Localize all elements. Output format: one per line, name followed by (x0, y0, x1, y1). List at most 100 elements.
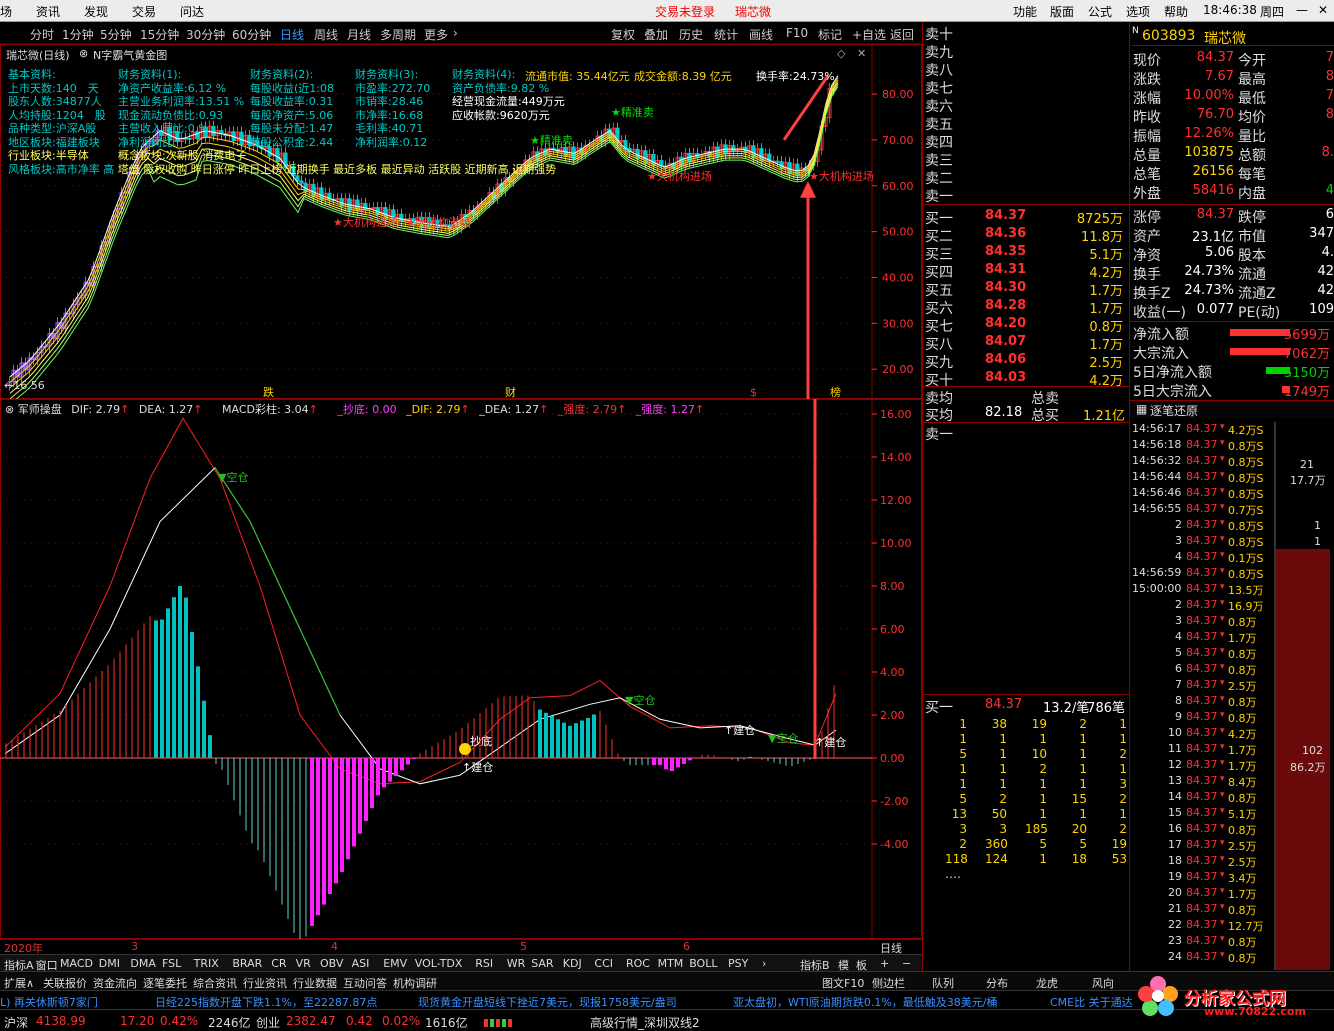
tick-time: 6 (1175, 662, 1182, 675)
indicator-tab[interactable]: BOLL (689, 957, 717, 970)
tool-button[interactable]: 返回 (890, 26, 914, 43)
period-tab[interactable]: 5分钟 (100, 26, 132, 43)
buy-price: 84.20 (985, 316, 1027, 331)
bottom-tab[interactable]: 图文F10 (822, 975, 864, 991)
period-tab[interactable]: 多周期 (380, 26, 416, 43)
bottom-tab[interactable]: 资金流向 (93, 975, 137, 991)
login-status[interactable]: 交易未登录 (655, 3, 715, 20)
quote-label: PE(动) (1238, 305, 1281, 321)
bottom-tab[interactable]: 综合资讯 (193, 975, 237, 991)
index-amount: 2246亿 (208, 1016, 251, 1030)
menu-item[interactable]: 场 (0, 3, 12, 20)
period-tab[interactable]: 周线 (314, 26, 338, 43)
quote-label: 最高 (1238, 72, 1266, 88)
indicator-tab[interactable]: VOL-TDX (415, 957, 463, 970)
feed-status[interactable]: 高级行情_深圳双线2 (590, 1014, 700, 1031)
indicator-tab[interactable]: SAR (531, 957, 553, 970)
tool-button[interactable]: 标记 (818, 26, 842, 43)
tick-volume: 0.8万 (1228, 616, 1257, 629)
period-tab-active[interactable]: 日线 (280, 26, 304, 43)
indicator-tab[interactable]: ASI (352, 957, 370, 970)
tool-button[interactable]: F10 (786, 26, 808, 40)
bottom-tab[interactable]: 分布 (986, 975, 1008, 991)
bottom-tab[interactable]: 扩展∧ (4, 975, 34, 991)
period-tab[interactable]: 30分钟 (186, 26, 225, 43)
macd-canvas[interactable]: 16.00 14.00 12.00 10.00 8.00 6.00 4.00 2.00 0.00… (0, 399, 922, 939)
tick-time: 23 (1168, 934, 1182, 947)
bottom-tab[interactable]: 行业资讯 (243, 975, 287, 991)
indicator-tab[interactable]: OBV (320, 957, 343, 970)
tool-button[interactable]: 叠加 (644, 26, 668, 43)
sell-level-label: 卖六 (925, 99, 953, 115)
bottom-tab[interactable]: 逐笔委托 (143, 975, 187, 991)
indicator-tab[interactable]: CCI (594, 957, 613, 970)
tool-button[interactable]: +自选 (852, 26, 886, 43)
buy-volume: 1.7万 (1089, 338, 1123, 353)
period-tab[interactable]: 月线 (347, 26, 371, 43)
indicator-tab[interactable]: TRIX (194, 957, 219, 970)
minus-icon[interactable]: − (902, 957, 911, 970)
indicator-tab[interactable]: PSY (728, 957, 748, 970)
menu-item[interactable]: 发现 (84, 3, 108, 20)
indicator-tab[interactable]: EMV (383, 957, 407, 970)
menu-item[interactable]: 帮助 (1164, 3, 1188, 20)
news-item[interactable]: L) 再关休斯顿7家门 (0, 994, 98, 1010)
info-line: 财务资料(2): (250, 68, 314, 81)
close-icon[interactable]: ✕ (1318, 3, 1328, 17)
indicator-tab[interactable]: DMI (99, 957, 120, 970)
tick-arrow: ▾ (1220, 678, 1225, 688)
news-item[interactable]: CME比 关于通达 (1050, 994, 1133, 1010)
menu-item[interactable]: 功能 (1013, 3, 1037, 20)
quote-value: 8 (1325, 69, 1334, 84)
menu-item[interactable]: 选项 (1126, 3, 1150, 20)
bottom-tab[interactable]: 侧边栏 (872, 975, 905, 991)
indicator-title[interactable]: 军师操盘 (18, 403, 62, 416)
tool-button[interactable]: 统计 (714, 26, 738, 43)
indicator-tab[interactable]: CR (271, 957, 286, 970)
indicator-tab[interactable]: MACD (60, 957, 93, 970)
chevron-right-icon[interactable]: › (762, 957, 766, 970)
event-marker: 榜 (830, 385, 841, 399)
chevron-right-icon[interactable]: › (453, 26, 458, 40)
buy-level-label: 买一 (925, 211, 953, 227)
bottom-tab[interactable]: 互动问答 (343, 975, 387, 991)
tick-volume: 16.9万 (1228, 600, 1264, 613)
news-item[interactable]: 现货黄金开盘短线下挫近7美元，现报1758美元/盎司 (418, 994, 677, 1010)
date-label: 6 (683, 940, 690, 953)
quote-label: 现价 (1133, 53, 1161, 69)
plus-icon[interactable]: + (880, 957, 889, 970)
bottom-tab[interactable]: 机构调研 (393, 975, 437, 991)
indicator-tab[interactable]: VR (296, 957, 311, 970)
menu-item[interactable]: 交易 (132, 3, 156, 20)
indicator-tab[interactable]: DMA (130, 957, 156, 970)
indicator-tab[interactable]: ROC (626, 957, 650, 970)
tool-button[interactable]: 画线 (749, 26, 773, 43)
side-value: 102 (1302, 744, 1323, 757)
indicator-tab[interactable]: WR (507, 957, 526, 970)
bottom-tab[interactable]: 行业数据 (293, 975, 337, 991)
period-tab[interactable]: 15分钟 (140, 26, 179, 43)
indicator-tab[interactable]: RSI (475, 957, 493, 970)
tool-button[interactable]: 复权 (611, 26, 635, 43)
indicator-tab[interactable]: MTM (658, 957, 684, 970)
indicator-tab[interactable]: KDJ (563, 957, 582, 970)
indicator-tab[interactable]: FSL (162, 957, 181, 970)
period-tab[interactable]: 分时 (30, 26, 54, 43)
news-item[interactable]: 亚太盘初，WTI原油期货跌0.1%，最低触及38美元/桶 (733, 994, 998, 1010)
period-tab[interactable]: 1分钟 (62, 26, 94, 43)
period-tab[interactable]: 60分钟 (232, 26, 271, 43)
menu-item[interactable]: 问达 (180, 3, 204, 20)
bottom-tab[interactable]: 队列 (932, 975, 954, 991)
indicator-tab[interactable]: BRAR (232, 957, 262, 970)
minimize-icon[interactable]: — (1296, 3, 1308, 17)
sell-level-label: 卖五 (925, 117, 953, 133)
bottom-tab[interactable]: 关联报价 (43, 975, 87, 991)
bottom-tab[interactable]: 风向 (1092, 975, 1114, 991)
period-tab[interactable]: 更多 (424, 26, 448, 43)
tool-button[interactable]: 历史 (679, 26, 703, 43)
news-item[interactable]: 日经225指数开盘下跌1.1%，至22287.87点 (155, 994, 377, 1010)
menu-item[interactable]: 资讯 (36, 3, 60, 20)
menu-item[interactable]: 公式 (1088, 3, 1112, 20)
menu-item[interactable]: 版面 (1050, 3, 1074, 20)
bottom-tab[interactable]: 龙虎 (1036, 975, 1058, 991)
